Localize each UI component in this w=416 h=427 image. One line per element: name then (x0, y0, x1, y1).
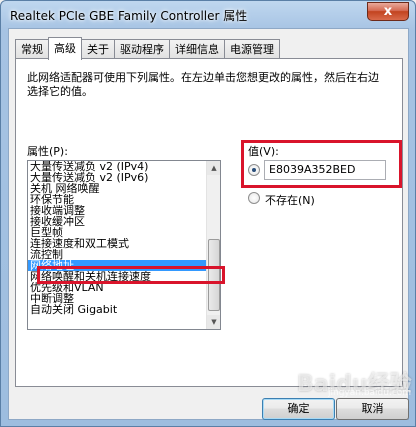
tab-strip: 常规 高级 关于 驱动程序 详细信息 电源管理 (15, 37, 280, 60)
property-list-item[interactable]: 自动关闭 Gigabit (28, 304, 220, 315)
property-list-item[interactable]: 巨型帧 (28, 227, 220, 238)
value-label: 值(V): (248, 145, 279, 158)
property-list-item[interactable]: 大量传送减负 v2 (IPv6) (28, 172, 220, 183)
title-bar[interactable]: Realtek PCIe GBE Family Controller 属性 x (1, 1, 415, 28)
property-list-item[interactable]: 大量传送减负 v2 (IPv4) (28, 161, 220, 172)
tab-general[interactable]: 常规 (15, 39, 49, 59)
dialog-client-area: 常规 高级 关于 驱动程序 详细信息 电源管理 此网络适配器可使用下列属性。在左… (8, 28, 409, 420)
tab-driver[interactable]: 驱动程序 (114, 39, 170, 59)
advanced-tab-panel: 此网络适配器可使用下列属性。在左边单击您想更改的属性，然后在右边选择它的值。 属… (15, 58, 403, 387)
listbox-scrollbar[interactable]: ▲ ▼ (206, 161, 220, 329)
not-present-label[interactable]: 不存在(N) (265, 192, 315, 208)
tab-power-management[interactable]: 电源管理 (224, 39, 280, 59)
value-input[interactable]: E8039A352BED (264, 160, 386, 180)
baidu-watermark-url: jingyan.baidu.com (328, 388, 412, 398)
properties-dialog: Realtek PCIe GBE Family Controller 属性 x … (0, 0, 416, 427)
scroll-down-arrow-icon[interactable]: ▼ (207, 315, 220, 329)
value-radio[interactable] (248, 164, 260, 176)
tab-details[interactable]: 详细信息 (169, 39, 225, 59)
tab-about[interactable]: 关于 (81, 39, 115, 59)
property-list-item[interactable]: 网络唤醒和关机连接速度 (28, 271, 220, 282)
property-list-item[interactable]: 网络地址 (28, 260, 220, 271)
property-list-item[interactable]: 接收缓冲区 (28, 216, 220, 227)
description-text: 此网络适配器可使用下列属性。在左边单击您想更改的属性，然后在右边选择它的值。 (27, 71, 379, 98)
property-list-item[interactable]: 接收端调整 (28, 205, 220, 216)
close-icon: x (383, 4, 393, 19)
property-list-item[interactable]: 环保节能 (28, 194, 220, 205)
property-list-item[interactable]: 流控制 (28, 249, 220, 260)
property-list-item[interactable]: 中断调整 (28, 293, 220, 304)
property-listbox[interactable]: 大量传送减负 v2 (IPv4) 大量传送减负 v2 (IPv6) 关机 网络唤醒环… (27, 160, 221, 330)
property-list-item[interactable]: 关机 网络唤醒 (28, 183, 220, 194)
scroll-thumb[interactable] (208, 239, 220, 311)
window-title: Realtek PCIe GBE Family Controller 属性 (10, 9, 248, 23)
scroll-up-arrow-icon[interactable]: ▲ (207, 161, 220, 175)
property-list-item[interactable]: 优先级和VLAN (28, 282, 220, 293)
property-list-items: 大量传送减负 v2 (IPv4) 大量传送减负 v2 (IPv6) 关机 网络唤醒环… (28, 161, 220, 315)
tab-advanced[interactable]: 高级 (48, 37, 82, 60)
cancel-button[interactable]: 取消 (336, 398, 409, 420)
ok-button[interactable]: 确定 (262, 398, 335, 420)
property-label: 属性(P): (27, 145, 68, 158)
not-present-radio[interactable] (248, 192, 260, 204)
close-button[interactable]: x (367, 2, 409, 21)
property-list-item[interactable]: 连接速度和双工模式 (28, 238, 220, 249)
